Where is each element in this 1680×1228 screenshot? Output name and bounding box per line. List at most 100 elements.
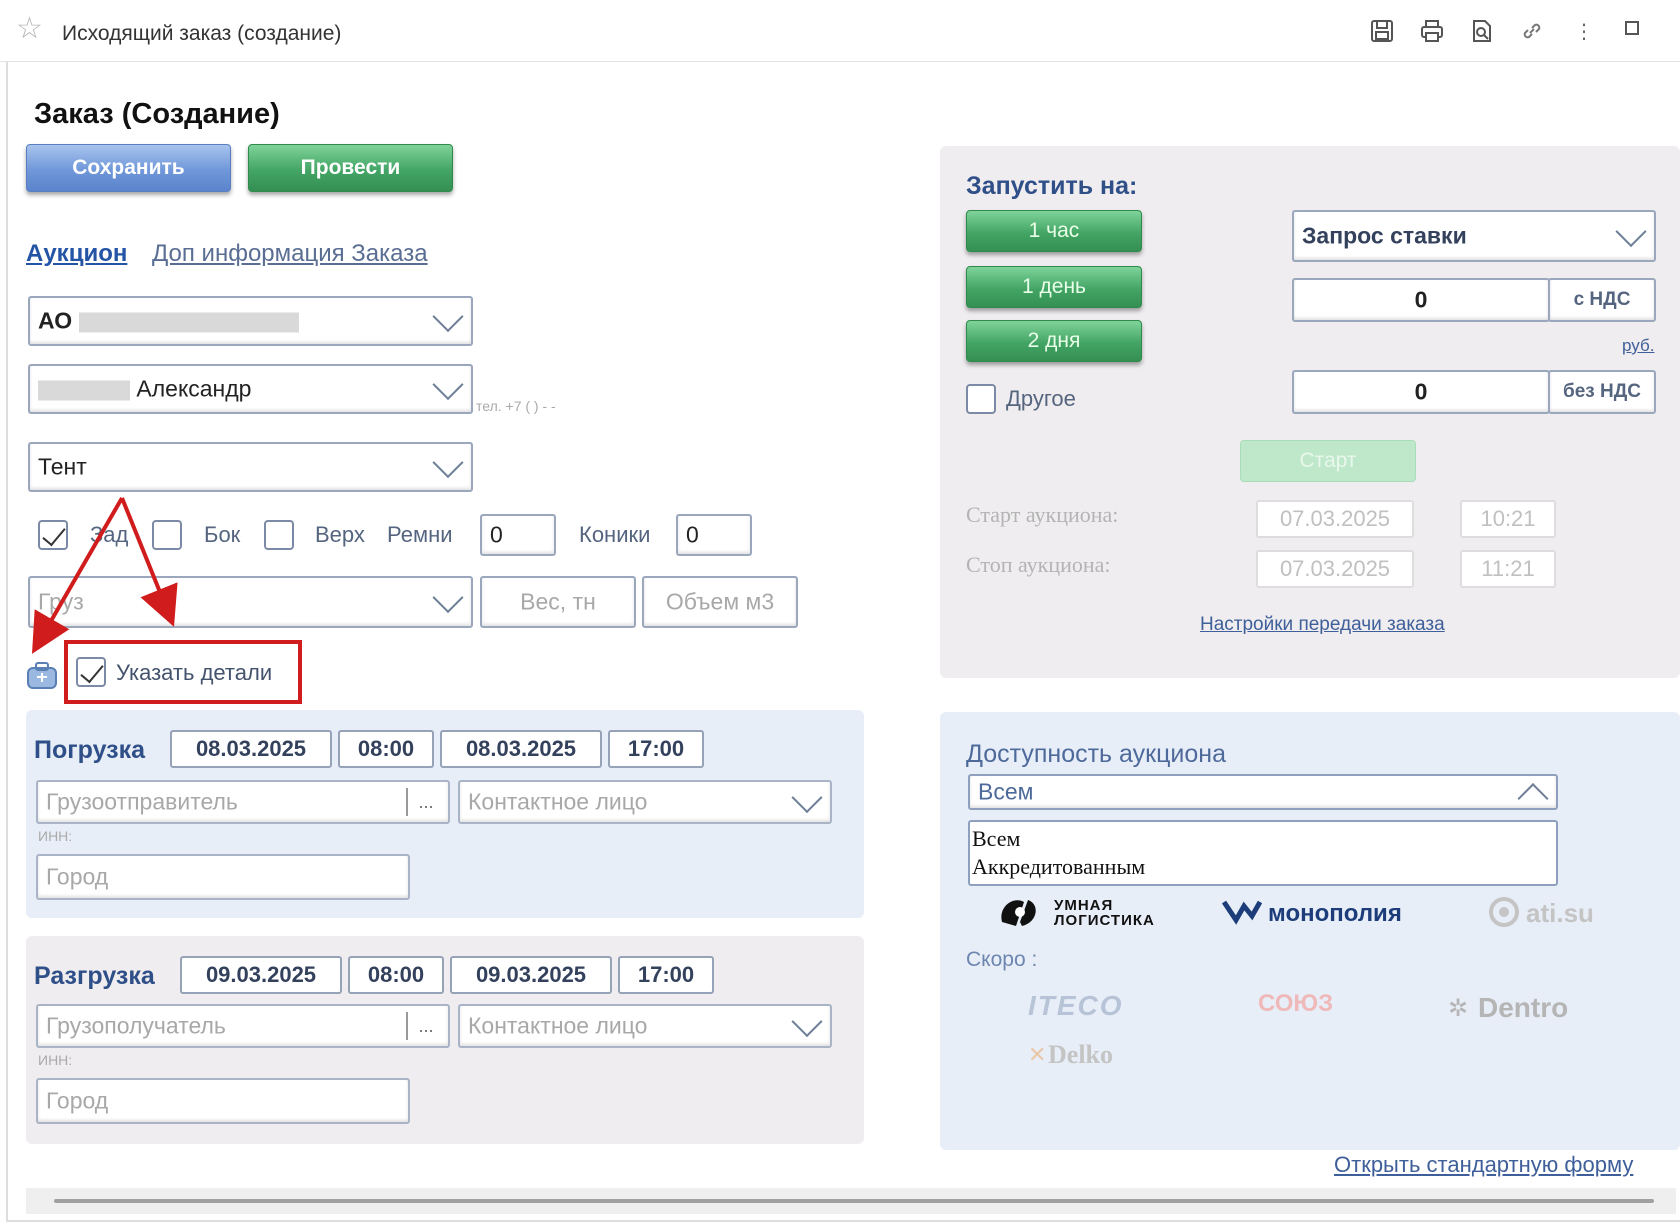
price-with-vat-input[interactable]: 0 <box>1292 278 1550 322</box>
currency-link[interactable]: руб. <box>1622 336 1654 356</box>
unloading-time-to[interactable]: 17:00 <box>618 956 714 994</box>
availability-select[interactable]: Всем <box>968 774 1558 815</box>
unloading-time-from[interactable]: 08:00 <box>348 956 444 994</box>
chevron-down-icon <box>791 1006 823 1038</box>
loading-rear-checkbox[interactable] <box>38 520 68 550</box>
cones-input[interactable]: 0 <box>676 514 752 556</box>
shipper-more-button[interactable]: ... <box>406 788 444 816</box>
auction-mode-select[interactable]: Запрос ставки <box>1292 210 1656 262</box>
unloading-contact-select[interactable]: Контактное лицо <box>458 1004 832 1048</box>
chevron-down-icon <box>432 301 464 333</box>
cargo-select[interactable]: Груз <box>28 576 473 628</box>
loading-top-label: Верх <box>315 522 365 547</box>
loading-date-to[interactable]: 08.03.2025 <box>440 730 602 768</box>
dentro-logo-icon: ✲ <box>1448 995 1469 1022</box>
partner-monopoly: монополия <box>1268 900 1402 927</box>
smart-logistics-logo-icon <box>996 892 1044 932</box>
more-menu-icon[interactable]: ⋮ <box>1570 18 1598 46</box>
loading-side-checkbox[interactable] <box>152 520 182 550</box>
window-titlebar: ☆ Исходящий заказ (создание) ⋮ <box>0 0 1680 62</box>
loading-inn-label: ИНН: <box>38 828 73 844</box>
favorite-star-icon[interactable]: ☆ <box>16 14 43 44</box>
print-icon[interactable] <box>1418 18 1446 46</box>
weight-input[interactable]: Вес, тн <box>480 576 636 628</box>
ati-logo-icon <box>1488 896 1520 928</box>
unloading-date-to[interactable]: 09.03.2025 <box>450 956 612 994</box>
maximize-icon[interactable] <box>1618 18 1646 46</box>
loading-title: Погрузка <box>34 736 146 764</box>
straps-input[interactable]: 0 <box>480 514 556 556</box>
monopoly-logo-icon <box>1221 896 1263 928</box>
company-name-redacted <box>78 312 299 333</box>
loading-side-label: Бок <box>204 522 241 547</box>
duration-1h-button[interactable]: 1 час <box>966 210 1142 252</box>
cones-label: Коники <box>579 522 651 547</box>
straps-label: Ремни <box>387 522 453 547</box>
launch-title: Запустить на: <box>966 172 1138 200</box>
start-auction-label: Старт аукциона: <box>966 502 1119 527</box>
save-button[interactable]: Сохранить <box>26 144 231 192</box>
with-vat-label: с НДС <box>1548 278 1656 322</box>
chevron-down-icon <box>1615 216 1647 248</box>
open-standard-form-link[interactable]: Открыть стандартную форму <box>1334 1152 1633 1178</box>
partner-dentro: Dentro <box>1478 992 1569 1023</box>
loading-rear-label: Зад <box>90 522 129 547</box>
chevron-down-icon <box>791 782 823 814</box>
other-duration-label: Другое <box>1006 386 1076 411</box>
window-title: Исходящий заказ (создание) <box>62 22 342 45</box>
unloading-city-input[interactable]: Город <box>36 1078 410 1124</box>
availability-options-list: Всем Аккредитованным <box>968 820 1558 886</box>
tab-auction[interactable]: Аукцион <box>26 240 127 268</box>
duration-2d-button[interactable]: 2 дня <box>966 320 1142 362</box>
contact-surname-redacted <box>38 380 130 401</box>
availability-option-accredited[interactable]: Аккредитованным <box>970 852 1556 880</box>
preview-icon[interactable] <box>1468 18 1496 46</box>
unloading-inn-label: ИНН: <box>38 1052 73 1068</box>
loading-time-to[interactable]: 17:00 <box>608 730 704 768</box>
start-time[interactable]: 10:21 <box>1460 500 1556 538</box>
tab-order-extra-info[interactable]: Доп информация Заказа <box>152 240 428 268</box>
company-select[interactable]: АО <box>28 296 473 346</box>
start-button[interactable]: Старт <box>1240 440 1416 482</box>
box-icon[interactable] <box>26 660 58 690</box>
chevron-down-icon <box>432 369 464 401</box>
specify-details-label: Указать детали <box>116 660 273 685</box>
horizontal-scrollbar[interactable] <box>26 1188 1676 1214</box>
post-button[interactable]: Провести <box>248 144 453 192</box>
link-icon[interactable] <box>1518 18 1546 46</box>
availability-title: Доступность аукциона <box>966 740 1226 768</box>
company-prefix: АО <box>38 307 73 334</box>
loading-time-from[interactable]: 08:00 <box>338 730 434 768</box>
partner-ati: ati.su <box>1526 898 1594 928</box>
start-date[interactable]: 07.03.2025 <box>1256 500 1414 538</box>
consignee-input[interactable]: Грузополучатель ... <box>36 1004 450 1048</box>
loading-contact-select[interactable]: Контактное лицо <box>458 780 832 824</box>
loading-city-input[interactable]: Город <box>36 854 410 900</box>
loading-top-checkbox[interactable] <box>264 520 294 550</box>
stop-date[interactable]: 07.03.2025 <box>1256 550 1414 588</box>
body-type-select[interactable]: Тент <box>28 442 473 492</box>
chevron-down-icon <box>432 582 464 614</box>
loading-date-from[interactable]: 08.03.2025 <box>170 730 332 768</box>
stop-time[interactable]: 11:21 <box>1460 550 1556 588</box>
chevron-down-icon <box>432 447 464 479</box>
scrollbar-thumb[interactable] <box>54 1199 1654 1203</box>
chevron-up-icon <box>1517 783 1549 815</box>
availability-option-all[interactable]: Всем <box>970 822 1556 852</box>
other-duration-checkbox[interactable] <box>966 384 996 414</box>
consignee-more-button[interactable]: ... <box>406 1012 444 1040</box>
save-icon[interactable] <box>1368 18 1396 46</box>
shipper-input[interactable]: Грузоотправитель ... <box>36 780 450 824</box>
delko-logo-icon: ✕ <box>1028 1042 1047 1067</box>
price-without-vat-input[interactable]: 0 <box>1292 370 1550 414</box>
contact-select[interactable]: Александр <box>28 364 473 414</box>
soon-label: Скоро : <box>966 948 1038 971</box>
order-transfer-settings-link[interactable]: Настройки передачи заказа <box>1200 614 1445 636</box>
specify-details-checkbox[interactable] <box>76 657 106 687</box>
duration-1d-button[interactable]: 1 день <box>966 266 1142 308</box>
unloading-date-from[interactable]: 09.03.2025 <box>180 956 342 994</box>
phone-hint: тел. +7 ( ) - - <box>476 398 556 414</box>
contact-name: Александр <box>136 375 252 402</box>
volume-input[interactable]: Объем м3 <box>642 576 798 628</box>
partner-soyuz: СОЮЗ <box>1258 990 1334 1017</box>
